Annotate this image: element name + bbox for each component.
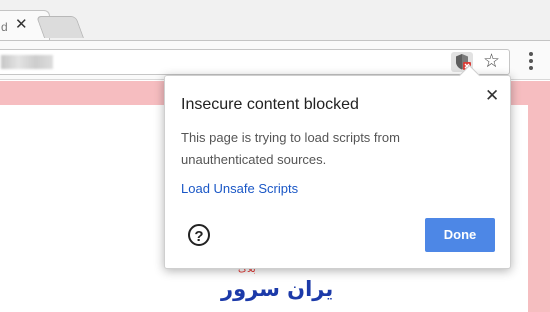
done-button[interactable]: Done <box>425 218 495 252</box>
url-text-redacted <box>1 55 53 69</box>
popup-close-icon[interactable]: ✕ <box>485 86 499 106</box>
load-unsafe-scripts-link[interactable]: Load Unsafe Scripts <box>181 181 298 196</box>
logo-text: ایران سرور <box>220 277 333 301</box>
address-bar[interactable]: ☆ <box>0 49 510 75</box>
page-side-band <box>528 81 550 312</box>
popup-title: Insecure content blocked <box>181 96 359 113</box>
popup-message: This page is trying to load scripts from… <box>181 130 400 167</box>
tab-close-icon[interactable]: ✕ <box>15 15 28 33</box>
menu-dots-icon[interactable] <box>526 50 536 72</box>
tab-strip: d ✕ <box>0 0 550 41</box>
bookmark-star-icon[interactable]: ☆ <box>483 51 500 73</box>
help-icon[interactable]: ? <box>188 224 210 246</box>
new-tab-button[interactable] <box>35 16 85 38</box>
tab-title: d <box>1 20 8 34</box>
insecure-content-popup: Insecure content blocked ✕ This page is … <box>164 75 511 269</box>
